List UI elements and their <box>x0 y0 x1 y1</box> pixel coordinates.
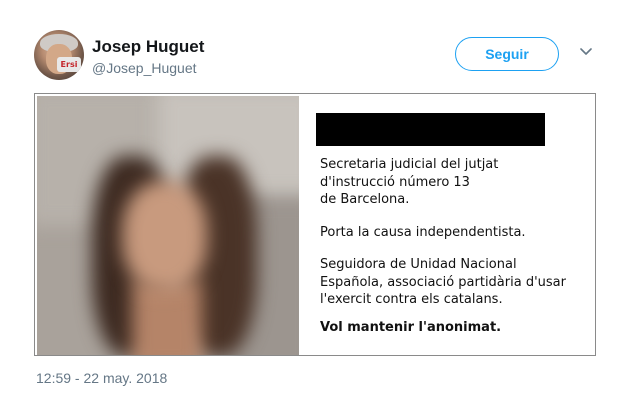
avatar-badge: Ersi <box>57 57 81 72</box>
card-text-line: Secretaria judicial del jutjat <box>320 157 499 172</box>
author-name[interactable]: Josep Huguet <box>92 37 204 57</box>
card-text-line: Seguidora de Unidad Nacional <box>320 257 517 272</box>
card-text-block-1: Secretaria judicial del jutjat d'instruc… <box>320 156 498 209</box>
redaction-bar <box>316 113 545 146</box>
author-handle[interactable]: @Josep_Huguet <box>92 60 197 76</box>
card-text-line: l'exercit contra els catalans. <box>320 292 503 307</box>
tweet-timestamp[interactable]: 12:59 - 22 may. 2018 <box>36 370 167 386</box>
tweet: Ersi Josep Huguet @Josep_Huguet Seguir S… <box>0 0 624 400</box>
photo-neck <box>132 281 202 355</box>
card-text-line: de Barcelona. <box>320 192 410 207</box>
card-text-line: Española, associació partidària d'usar <box>320 274 566 290</box>
avatar[interactable]: Ersi <box>34 30 84 80</box>
follow-button[interactable]: Seguir <box>455 37 559 71</box>
tweet-header: Ersi Josep Huguet @Josep_Huguet Seguir <box>34 30 602 86</box>
card-text-line: d'instrucció número 13 <box>320 174 470 190</box>
card-text-block-3: Seguidora de Unidad Nacional Española, a… <box>320 256 566 309</box>
card-text-line: Vol mantenir l'anonimat. <box>320 320 502 335</box>
card-text-line: Porta la causa independentista. <box>320 225 526 240</box>
chevron-down-icon[interactable] <box>578 44 594 60</box>
card-text-block-4: Vol mantenir l'anonimat. <box>320 319 501 337</box>
blurred-portrait-photo <box>37 96 299 355</box>
photo-face <box>122 181 207 291</box>
tweet-image-card[interactable]: Secretaria judicial del jutjat d'instruc… <box>34 93 596 356</box>
card-text-block-2: Porta la causa independentista. <box>320 224 526 242</box>
